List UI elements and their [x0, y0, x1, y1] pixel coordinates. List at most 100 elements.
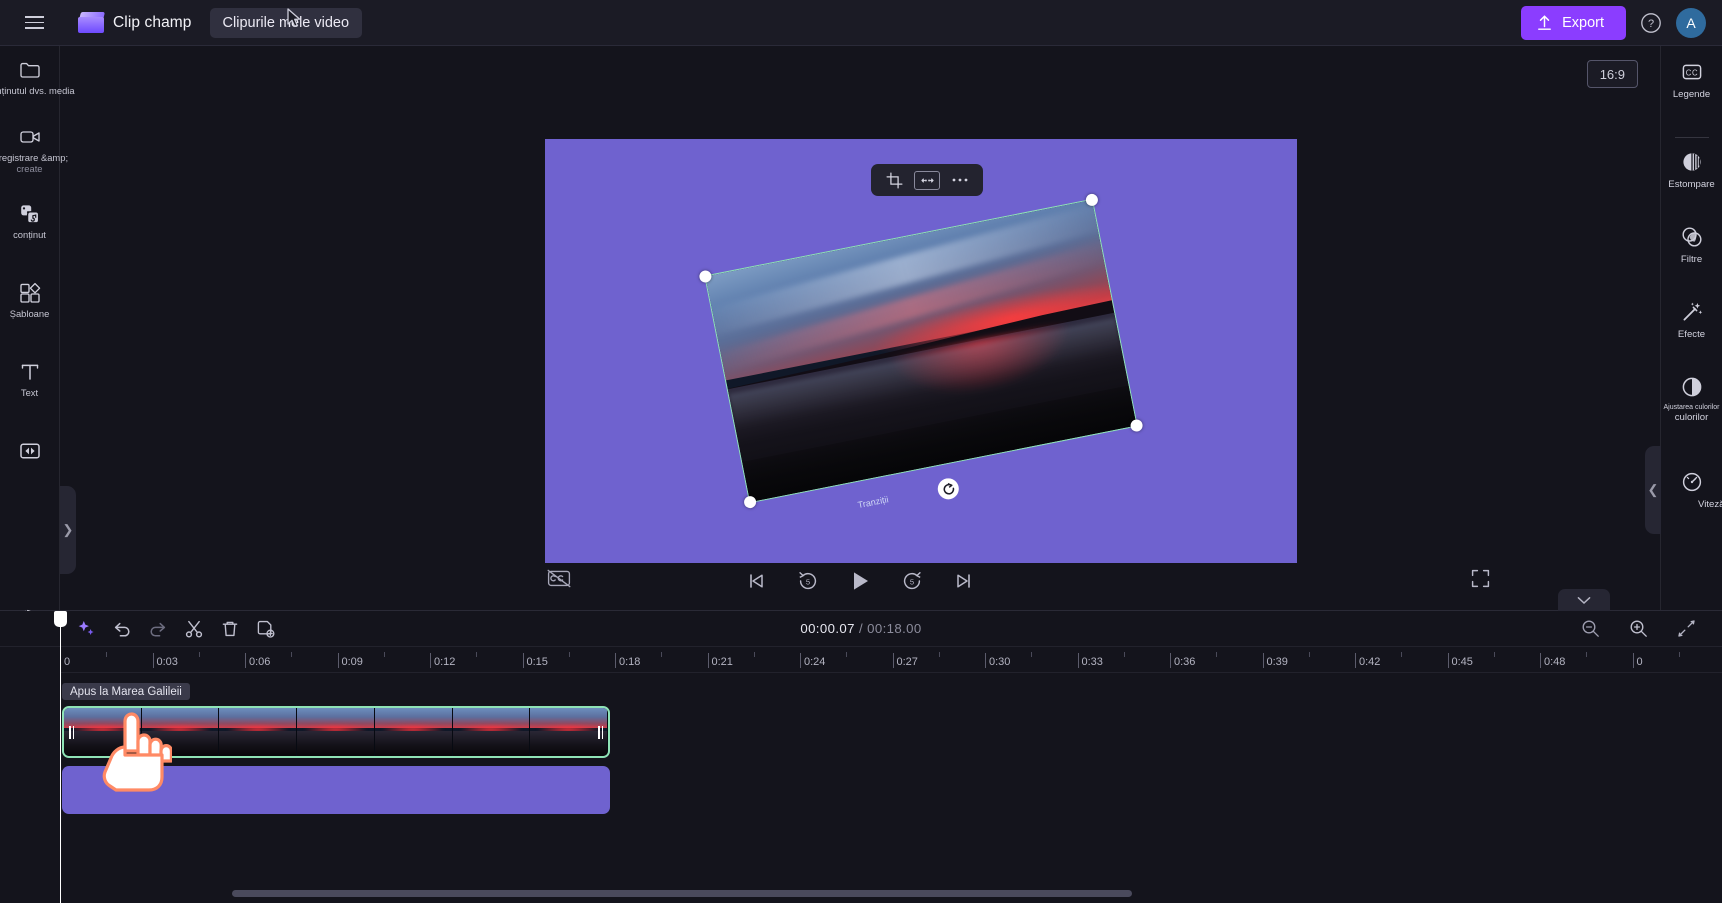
sidebar-item-your-media[interactable]: Conținutul dvs. media	[0, 58, 75, 114]
duplicate-button[interactable]	[252, 615, 280, 643]
filters-icon	[1681, 227, 1702, 247]
text-icon	[21, 364, 38, 380]
hamburger-menu-icon[interactable]	[12, 0, 56, 46]
selected-clip-transform[interactable]: Tranziții	[698, 192, 1144, 510]
video-track-clip[interactable]	[62, 706, 610, 758]
fullscreen-button[interactable]	[1471, 569, 1490, 593]
transitions-icon	[19, 443, 40, 459]
ruler-tick-label: 0:27	[896, 656, 918, 668]
templates-icon	[19, 282, 40, 303]
forward-5-icon: 5	[903, 571, 921, 590]
right-panel-collapse-tab[interactable]: ❮	[1645, 446, 1661, 534]
clip-floating-toolbar	[871, 164, 983, 196]
crop-button[interactable]	[880, 167, 908, 193]
right-sidebar: ❮ CC Legende Estompare Filtre Efecte Aju…	[1645, 46, 1722, 610]
rotate-icon	[942, 482, 954, 495]
undo-button[interactable]	[108, 615, 136, 643]
playhead[interactable]	[54, 611, 67, 903]
sidebar-item-content[interactable]: conținut	[1, 202, 59, 258]
sidebar-item-captions[interactable]: CC Legende	[1663, 60, 1721, 122]
trim-handle-left[interactable]	[67, 720, 76, 744]
sidebar-item-transitions[interactable]	[1, 439, 59, 495]
ruler-tick-minor	[476, 652, 478, 657]
ruler-tick-minor	[753, 652, 755, 657]
timeline-toolbar: 00:00.07 / 00:18.00	[0, 611, 1722, 647]
ruler-tick-label: 0:45	[1451, 656, 1473, 668]
ruler-tick-minor	[1216, 652, 1218, 657]
ruler-tick-minor	[1308, 652, 1310, 657]
ruler-tick-minor	[106, 652, 108, 657]
question-circle-icon[interactable]: ?	[1640, 12, 1662, 34]
more-options-icon	[952, 178, 968, 182]
ruler-tick-minor	[1401, 652, 1403, 657]
sidebar-item-label: Legende	[1672, 89, 1711, 100]
crop-icon	[885, 171, 903, 189]
trim-handle-right[interactable]	[596, 720, 605, 744]
chevron-left-icon: ❮	[1647, 482, 1659, 497]
time-separator: /	[858, 621, 864, 636]
clip-title-chip[interactable]: Apus la Marea Galileii	[62, 683, 190, 700]
ruler-tick-minor	[661, 652, 663, 657]
left-panel-expand-tab[interactable]: ❯	[60, 486, 76, 574]
split-scissors-icon	[185, 620, 203, 638]
forward-seconds-label: 5	[910, 578, 914, 587]
ruler-tick-label: 0:15	[526, 656, 548, 668]
ai-sparkle-icon	[78, 621, 94, 635]
more-options-button[interactable]	[946, 167, 974, 193]
aspect-ratio-button[interactable]: 16:9	[1586, 60, 1638, 88]
sidebar-item-record-create[interactable]: Înregistrare &amp; create	[0, 125, 68, 181]
duplicate-icon	[257, 620, 275, 638]
timeline-horizontal-scrollbar[interactable]	[232, 890, 1132, 897]
sidebar-item-blur[interactable]: Estompare	[1663, 150, 1721, 212]
fit-timeline-button[interactable]	[1672, 615, 1700, 643]
sidebar-item-effects[interactable]: Efecte	[1663, 300, 1721, 362]
timeline-ruler[interactable]: 0 0:03 0:06 0:09 0:12 0:15 0:18 0:21 0:24 0:27 0:3…	[60, 647, 1722, 673]
zoom-out-button[interactable]	[1576, 615, 1604, 643]
delete-button[interactable]	[216, 615, 244, 643]
sidebar-item-color-adjust[interactable]: Ajustarea culorilor culorilor	[1663, 375, 1721, 449]
avatar-initial: A	[1686, 14, 1696, 31]
ruler-tick-minor	[291, 652, 293, 657]
zoom-out-icon	[1582, 620, 1599, 637]
export-button[interactable]: Export	[1521, 5, 1626, 40]
timeline-collapse-button[interactable]	[1558, 589, 1610, 611]
ruler-tick-minor	[383, 652, 385, 657]
forward-5-button[interactable]: 5	[899, 568, 925, 594]
ruler-tick-label: 0:42	[1359, 656, 1381, 668]
play-button[interactable]	[847, 568, 873, 594]
sidebar-item-label: Șabloane	[9, 308, 50, 319]
project-name-input[interactable]: Clipurile mele video	[209, 7, 363, 38]
skip-to-end-button[interactable]	[951, 568, 977, 594]
sidebar-item-label: Filtre	[1680, 254, 1703, 265]
current-time: 00:00.07	[800, 621, 855, 636]
rotate-handle[interactable]	[935, 476, 961, 502]
chevron-down-icon	[1577, 596, 1591, 604]
sidebar-divider	[1674, 137, 1709, 138]
zoom-in-button[interactable]	[1624, 615, 1652, 643]
timeline-tools-group	[0, 615, 280, 643]
sidebar-item-templates[interactable]: Șabloane	[1, 281, 59, 337]
fit-resize-button[interactable]	[914, 170, 940, 190]
split-button[interactable]	[180, 615, 208, 643]
playhead-handle[interactable]	[54, 611, 67, 627]
rewind-seconds-label: 5	[806, 578, 810, 587]
sidebar-item-label: Efecte	[1677, 329, 1706, 340]
skip-to-start-button[interactable]	[743, 568, 769, 594]
captions-toggle-button[interactable]	[547, 569, 571, 593]
audio-track-clip[interactable]	[62, 766, 610, 814]
ai-sparkle-button[interactable]	[72, 615, 100, 643]
rewind-5-button[interactable]: 5	[795, 568, 821, 594]
sidebar-item-filters[interactable]: Filtre	[1663, 225, 1721, 287]
upload-icon	[1538, 14, 1552, 30]
redo-button[interactable]	[144, 615, 172, 643]
preview-canvas[interactable]: Tranziții	[545, 139, 1297, 563]
ruler-tick-label: 0:48	[1544, 656, 1566, 668]
ruler-tick-label: 0	[1636, 656, 1643, 668]
zoom-in-icon	[1630, 620, 1647, 637]
sidebar-item-speed[interactable]: Viteză	[1663, 470, 1722, 532]
resize-handle-bottom-right[interactable]	[1129, 418, 1144, 433]
brand-logo-group[interactable]: Clip champ	[78, 11, 192, 34]
user-avatar[interactable]: A	[1676, 7, 1706, 38]
skip-to-end-icon	[957, 574, 970, 588]
sidebar-item-text[interactable]: Text	[1, 360, 59, 416]
